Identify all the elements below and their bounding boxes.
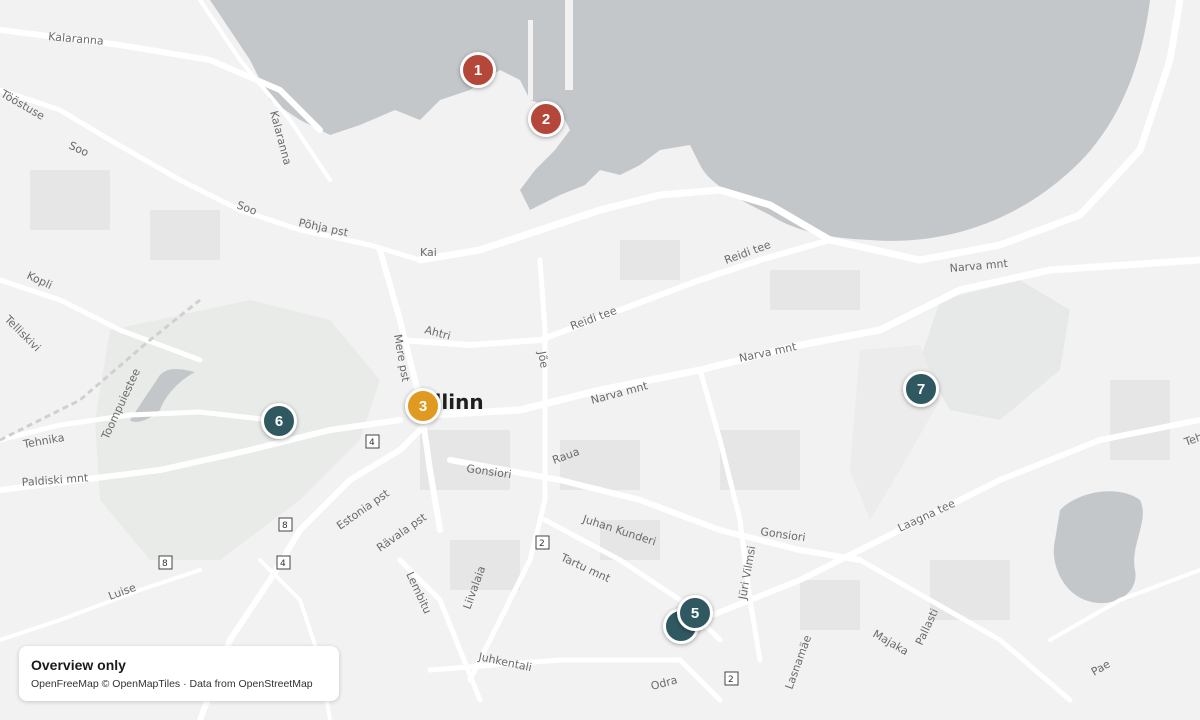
map-marker-5[interactable]: 5 <box>677 595 713 631</box>
map-attribution[interactable]: OpenFreeMap © OpenMapTiles · Data from O… <box>31 678 327 690</box>
map-marker-3[interactable]: 3 <box>405 388 441 424</box>
route-shield: 4 <box>276 555 291 570</box>
svg-text:8: 8 <box>282 521 288 531</box>
svg-text:8: 8 <box>162 559 168 569</box>
route-shield: 2 <box>724 671 739 686</box>
route-shield: 8 <box>158 555 173 570</box>
svg-text:2: 2 <box>728 675 734 685</box>
map-info-card: Overview only OpenFreeMap © OpenMapTiles… <box>19 646 339 701</box>
route-shield: 4 <box>365 434 380 449</box>
map-canvas[interactable]: Kalaranna Tööstuse Soo Soo Põhja pst Kai… <box>0 0 1200 720</box>
svg-text:4: 4 <box>280 559 286 569</box>
route-shield: 8 <box>278 517 293 532</box>
map-marker-7[interactable]: 7 <box>903 371 939 407</box>
svg-text:4: 4 <box>369 438 375 448</box>
info-title: Overview only <box>31 657 126 673</box>
pier <box>528 20 533 100</box>
svg-text:2: 2 <box>539 539 545 549</box>
road-label: Kai <box>420 246 437 259</box>
route-shield: 2 <box>535 535 550 550</box>
map-marker-2[interactable]: 2 <box>528 101 564 137</box>
map-marker-1[interactable]: 1 <box>460 52 496 88</box>
pier <box>565 0 573 90</box>
water-lake <box>1053 491 1143 604</box>
map-marker-6[interactable]: 6 <box>261 403 297 439</box>
